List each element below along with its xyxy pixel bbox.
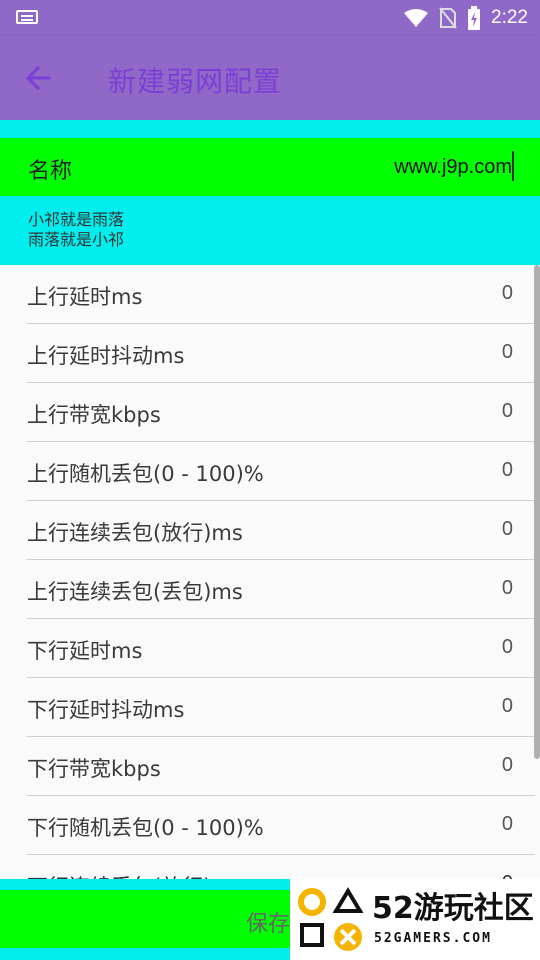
setting-row[interactable]: 上行连续丢包(放行)ms 0 <box>27 501 535 560</box>
setting-row[interactable]: 上行连续丢包(丢包)ms 0 <box>27 560 535 619</box>
battery-charging-icon <box>468 6 481 30</box>
setting-value: 0 <box>501 400 513 422</box>
back-arrow-icon <box>25 65 51 91</box>
description-line: 小祁就是雨落 <box>28 210 125 229</box>
setting-value: 0 <box>501 518 513 540</box>
watermark-title: 52游玩社区 <box>372 891 534 926</box>
setting-label: 上行延时ms <box>27 285 143 309</box>
keyboard-icon <box>16 10 38 24</box>
save-button[interactable]: 保存 <box>0 890 290 948</box>
status-right: 2:22 <box>403 0 528 36</box>
setting-row[interactable]: 下行延时ms 0 <box>27 619 535 678</box>
scrollbar[interactable] <box>534 265 540 759</box>
setting-row[interactable]: 下行带宽kbps 0 <box>27 737 535 796</box>
setting-row[interactable]: 上行延时ms 0 <box>27 265 535 324</box>
setting-label: 下行延时ms <box>27 639 143 663</box>
setting-label: 上行连续丢包(放行)ms <box>27 521 243 545</box>
status-left <box>16 10 38 24</box>
setting-row[interactable]: 下行随机丢包(0 - 100)% 0 <box>27 796 535 855</box>
no-sim-icon <box>439 7 457 29</box>
text-cursor <box>512 151 514 181</box>
setting-value: 0 <box>501 341 513 363</box>
description-box[interactable]: 小祁就是雨落 雨落就是小祁 <box>0 196 540 265</box>
setting-value: 0 <box>501 636 513 658</box>
status-bar: 2:22 <box>0 0 540 36</box>
highlight-strip <box>0 120 540 138</box>
setting-value: 0 <box>501 754 513 776</box>
setting-label: 下行随机丢包(0 - 100)% <box>27 816 264 840</box>
settings-list[interactable]: 上行延时ms 0 上行延时抖动ms 0 上行带宽kbps 0 上行随机丢包(0 … <box>0 265 540 879</box>
setting-label: 上行延时抖动ms <box>27 344 185 368</box>
setting-label: 上行连续丢包(丢包)ms <box>27 580 243 604</box>
setting-label: 下行连续丢包(放行)ms <box>27 871 243 879</box>
save-label: 保存 <box>246 912 290 937</box>
name-input[interactable] <box>256 150 516 184</box>
setting-row[interactable]: 上行带宽kbps 0 <box>27 383 535 442</box>
watermark: 52游玩社区 52GAMERS.COM <box>290 879 540 960</box>
setting-label: 下行带宽kbps <box>27 757 161 781</box>
setting-row[interactable]: 下行连续丢包(放行)ms 0 <box>27 855 535 879</box>
name-row: 名称 <box>0 138 540 196</box>
setting-value: 0 <box>501 459 513 481</box>
setting-value: 0 <box>501 577 513 599</box>
setting-value: 0 <box>502 872 513 879</box>
app-bar: 新建弱网配置 <box>0 36 540 120</box>
clock: 2:22 <box>491 7 528 28</box>
watermark-subtitle: 52GAMERS.COM <box>374 931 492 946</box>
description-line: 雨落就是小祁 <box>28 230 125 249</box>
wifi-icon <box>404 9 429 27</box>
save-label-clip: 保存 <box>0 890 290 948</box>
setting-value: 0 <box>501 813 513 835</box>
setting-row[interactable]: 上行随机丢包(0 - 100)% 0 <box>27 442 535 501</box>
setting-value: 0 <box>501 695 513 717</box>
setting-row[interactable]: 下行延时抖动ms 0 <box>27 678 535 737</box>
page-title: 新建弱网配置 <box>108 65 283 98</box>
watermark-logo-icon <box>298 887 364 951</box>
setting-row[interactable]: 上行延时抖动ms 0 <box>27 324 535 383</box>
setting-label: 上行带宽kbps <box>27 403 161 427</box>
setting-value: 0 <box>501 282 513 304</box>
back-button[interactable] <box>16 58 60 98</box>
setting-label: 下行延时抖动ms <box>27 698 185 722</box>
name-label: 名称 <box>28 159 73 184</box>
setting-label: 上行随机丢包(0 - 100)% <box>27 462 264 486</box>
